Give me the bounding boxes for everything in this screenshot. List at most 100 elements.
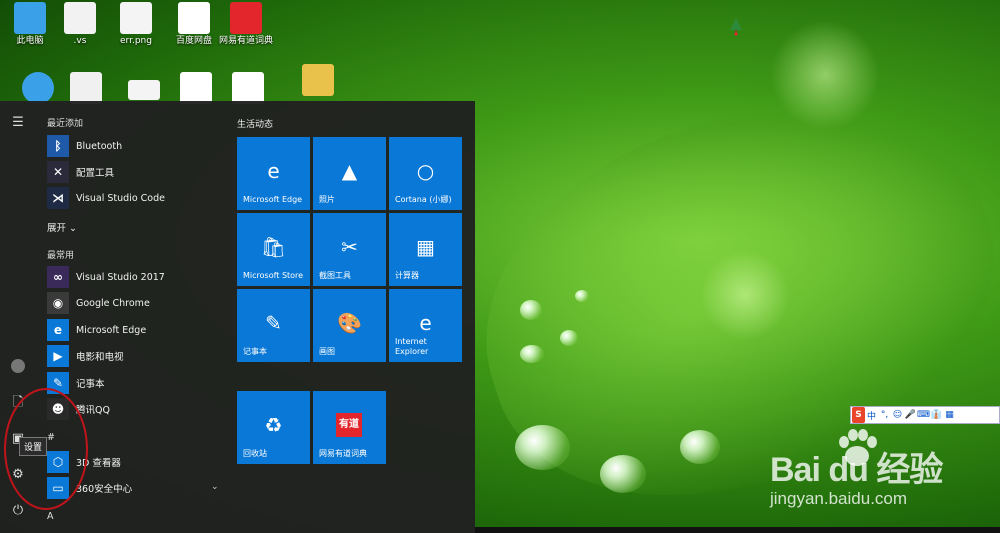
- app-list-label: 电影和电视: [76, 352, 124, 363]
- edge-icon: e: [267, 159, 280, 183]
- start-tile[interactable]: ♻ 回收站: [237, 391, 310, 464]
- start-tile[interactable]: e Internet Explorer: [389, 289, 462, 362]
- recent-header: 最近添加: [47, 119, 84, 129]
- tile-label: Cortana (小娜): [395, 195, 452, 204]
- expand-button[interactable]: 展开 ⌄: [47, 220, 77, 234]
- desktop-icon-label: err.png: [120, 36, 152, 46]
- visual-studio-icon: ∞: [47, 266, 69, 288]
- start-tile[interactable]: 有道网易有道词典: [313, 391, 386, 464]
- desktop-icon[interactable]: 网易有道词典: [218, 2, 274, 47]
- app-list-item[interactable]: e Microsoft Edge: [47, 318, 146, 342]
- expand-label: 展开: [47, 223, 67, 234]
- store-icon: 🛍: [260, 235, 287, 259]
- water-drop: [520, 300, 542, 320]
- wallpaper-glow: [770, 20, 880, 130]
- user-avatar-icon[interactable]: [8, 359, 28, 379]
- watermark-url: jingyan.baidu.com: [770, 489, 908, 508]
- app-list-item[interactable]: ᛒ Bluetooth: [47, 134, 122, 158]
- app-list-item[interactable]: ∞ Visual Studio 2017: [47, 265, 165, 289]
- app-list-label: 记事本: [76, 379, 105, 390]
- start-tile[interactable]: 🎨 画图: [313, 289, 386, 362]
- edge-icon: e: [47, 319, 69, 341]
- bluetooth-icon: ᛒ: [47, 135, 69, 157]
- tile-label: Microsoft Edge: [243, 195, 303, 204]
- water-drop: [575, 290, 589, 302]
- start-tile[interactable]: ✎ 记事本: [237, 289, 310, 362]
- water-drop: [560, 330, 578, 346]
- desktop-icon-label: .vs: [73, 36, 87, 46]
- wallpaper-glow: [700, 250, 790, 340]
- skin-icon[interactable]: 👔: [930, 410, 943, 420]
- watermark-brand: Bai du 经验: [770, 451, 943, 489]
- power-icon[interactable]: ⏻: [8, 501, 28, 521]
- desktop-icon[interactable]: .vs: [52, 2, 108, 47]
- desktop-icon-image: [230, 2, 262, 34]
- start-tile[interactable]: ✂ 截图工具: [313, 213, 386, 286]
- desktop-icon-label: 此电脑: [16, 36, 44, 46]
- water-drop: [520, 345, 544, 363]
- calculator-icon: ▦: [416, 235, 435, 259]
- app-list-item[interactable]: ⋊ Visual Studio Code: [47, 186, 165, 210]
- tile-label: 记事本: [243, 347, 267, 356]
- tile-label: 计算器: [395, 271, 419, 280]
- desktop-icon[interactable]: [290, 64, 346, 98]
- toolbox-icon[interactable]: ▦: [943, 410, 956, 420]
- start-tile[interactable]: ○ Cortana (小娜): [389, 137, 462, 210]
- desktop-icon[interactable]: err.png: [108, 2, 164, 47]
- desktop-icon[interactable]: 此电脑: [2, 2, 58, 47]
- hamburger-icon[interactable]: ☰: [8, 113, 28, 133]
- app-list-item[interactable]: ◉ Google Chrome: [47, 291, 150, 315]
- tile-label: Internet Explorer: [395, 337, 429, 356]
- chrome-icon: ◉: [47, 292, 69, 314]
- notepad-icon: ✎: [265, 311, 282, 335]
- desktop-icon-label: 网易有道词典: [218, 36, 273, 46]
- tools-icon: ✕: [47, 161, 69, 183]
- tile-label: 截图工具: [319, 271, 351, 280]
- desktop-icon-label: 百度网盘: [175, 36, 212, 46]
- cortana-icon: ○: [416, 159, 435, 183]
- ime-punct-button[interactable]: °,: [878, 410, 891, 420]
- desktop-icon[interactable]: 百度网盘: [166, 2, 222, 47]
- annotation-circle: [4, 388, 88, 510]
- desktop-icon-image: [64, 2, 96, 34]
- tile-label: 回收站: [243, 449, 267, 458]
- app-list-label: Google Chrome: [76, 297, 150, 309]
- app-list-item[interactable]: ✕ 配置工具: [47, 160, 114, 184]
- ie-icon: e: [419, 311, 432, 335]
- ime-mode-button[interactable]: 中: [865, 409, 878, 422]
- tile-label: 画图: [319, 347, 335, 356]
- start-tile[interactable]: ▦ 计算器: [389, 213, 462, 286]
- start-tile[interactable]: 🛍 Microsoft Store: [237, 213, 310, 286]
- christmas-tree-icon[interactable]: [730, 18, 742, 36]
- desktop-icon-image: [178, 2, 210, 34]
- app-list-label: Bluetooth: [76, 140, 123, 152]
- snipping-tool-icon: ✂: [341, 235, 358, 259]
- section-letter-a[interactable]: A: [47, 511, 54, 522]
- tile-label: Microsoft Store: [243, 271, 304, 280]
- chevron-down-icon: ⌄: [69, 223, 78, 234]
- vscode-icon: ⋊: [47, 187, 69, 209]
- ime-toolbar: S 中 °, ☺ 🎤 ⌨ 👔 ▦: [850, 406, 1000, 424]
- emoji-icon[interactable]: ☺: [891, 410, 904, 420]
- youdao-icon: 有道: [336, 413, 362, 437]
- app-list-label: Visual Studio 2017: [76, 271, 165, 283]
- start-tile[interactable]: ▲ 照片: [313, 137, 386, 210]
- water-drop: [515, 425, 570, 470]
- water-drop: [680, 430, 720, 464]
- sogou-logo-icon[interactable]: S: [852, 407, 865, 423]
- recycle-bin-icon: ♻: [264, 413, 283, 437]
- film-icon: ▶: [47, 345, 69, 367]
- keyboard-icon[interactable]: ⌨: [917, 410, 930, 420]
- microphone-icon[interactable]: 🎤: [904, 410, 917, 420]
- tile-label: 网易有道词典: [319, 449, 367, 458]
- app-list-item[interactable]: ▶ 电影和电视: [47, 344, 124, 368]
- start-tile[interactable]: e Microsoft Edge: [237, 137, 310, 210]
- taskbar: [475, 527, 1000, 533]
- chevron-down-icon[interactable]: ⌄: [211, 482, 219, 492]
- desktop-icon[interactable]: [116, 80, 172, 102]
- app-list-label: 配置工具: [76, 168, 115, 179]
- app-list-label: Visual Studio Code: [76, 192, 165, 204]
- tile-group-title: 生活动态: [237, 120, 274, 130]
- photos-icon: ▲: [341, 159, 358, 183]
- desktop-icon-image: [14, 2, 46, 34]
